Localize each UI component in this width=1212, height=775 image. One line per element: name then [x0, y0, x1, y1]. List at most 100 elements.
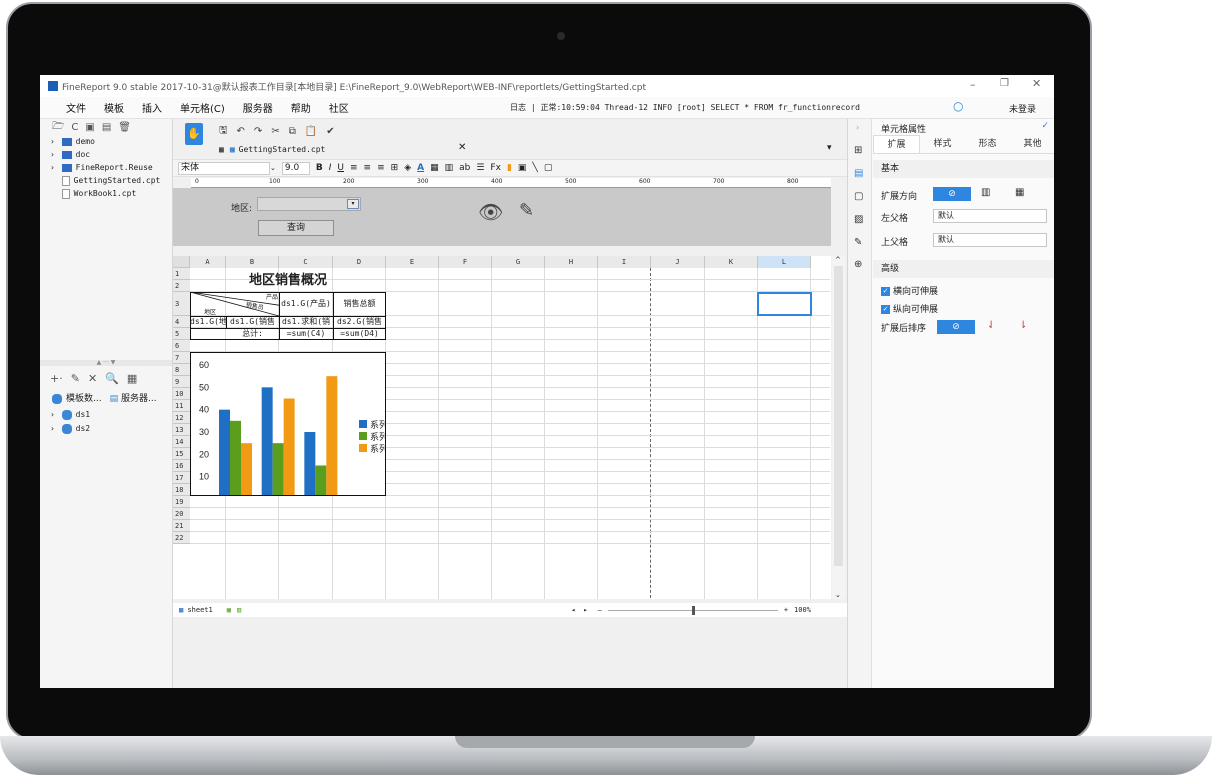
editor-tab[interactable]: ▦ ▩ GettingStarted.cpt: [219, 141, 419, 157]
column-header[interactable]: E: [386, 256, 439, 268]
border-icon[interactable]: ⊞: [391, 163, 399, 173]
zoom-thumb[interactable]: [691, 605, 695, 615]
menu-insert[interactable]: 插入: [142, 100, 162, 115]
align-left-icon[interactable]: ≡: [350, 163, 358, 173]
expand-attr-icon[interactable]: ▤: [854, 168, 863, 179]
cell-c5[interactable]: =sum(C4): [279, 328, 333, 340]
menu-file[interactable]: 文件: [66, 100, 86, 115]
copy-icon[interactable]: ⧉: [289, 126, 296, 137]
sheet-tab[interactable]: ▩ sheet1: [179, 606, 213, 614]
h-extend-checkbox[interactable]: ✓ 横向可伸展: [881, 284, 938, 297]
edit-icon[interactable]: ✎: [71, 372, 80, 385]
image-icon[interactable]: ▣: [518, 163, 527, 173]
collapse-icon[interactable]: ›: [856, 123, 859, 132]
search-icon[interactable]: ○: [953, 99, 963, 113]
row-header[interactable]: 11: [173, 400, 190, 412]
top-parent-select[interactable]: 默认: [933, 233, 1047, 247]
hide-icon[interactable]: 👁: [478, 200, 503, 224]
row-header[interactable]: 17: [173, 472, 190, 484]
widget-icon[interactable]: ▨: [854, 214, 863, 225]
cell-c3[interactable]: ds1.G(产品): [279, 292, 333, 316]
add-dataset-icon[interactable]: +·: [50, 372, 63, 385]
column-header[interactable]: F: [439, 256, 492, 268]
menu-server[interactable]: 服务器: [243, 100, 273, 115]
cell-b4[interactable]: ds1.G(销售: [226, 316, 279, 328]
minimize-icon[interactable]: –: [970, 78, 976, 91]
remove-icon[interactable]: ✕: [88, 372, 97, 385]
add-sheet-icon[interactable]: ▦: [227, 606, 231, 614]
column-header[interactable]: C: [279, 256, 333, 268]
save-icon[interactable]: 🖫: [219, 123, 228, 140]
login-button[interactable]: 未登录: [1009, 102, 1036, 115]
tab-template-dataset[interactable]: 模板数...: [50, 391, 102, 404]
edit-pencil-icon[interactable]: ✎: [519, 200, 534, 221]
add-form-icon[interactable]: ▥: [237, 606, 241, 614]
column-header[interactable]: B: [226, 256, 279, 268]
redo-icon[interactable]: ↷: [254, 126, 262, 137]
row-header[interactable]: 3: [173, 292, 190, 316]
row-header[interactable]: 6: [173, 340, 190, 352]
direction-none-button[interactable]: ⊘: [933, 187, 971, 201]
close-icon[interactable]: ✕: [1032, 77, 1041, 90]
paste-icon[interactable]: 📋: [305, 126, 317, 137]
tab-server-dataset[interactable]: ▤ 服务器...: [110, 391, 157, 404]
row-header[interactable]: 2: [173, 280, 190, 292]
row-header[interactable]: 9: [173, 376, 190, 388]
column-header[interactable]: D: [333, 256, 386, 268]
row-header[interactable]: 18: [173, 484, 190, 496]
section-advanced[interactable]: 高级: [873, 260, 1054, 278]
unmerge-icon[interactable]: ▥: [445, 163, 454, 173]
pencil-icon[interactable]: ✎: [854, 237, 862, 248]
lock-icon[interactable]: ▣: [85, 122, 94, 133]
menu-community[interactable]: 社区: [329, 100, 349, 115]
formula-icon[interactable]: Fx: [490, 163, 501, 173]
sort-asc-icon[interactable]: ⇃: [987, 320, 995, 331]
font-dropdown-icon[interactable]: ⌄: [270, 164, 276, 172]
row-header[interactable]: 22: [173, 532, 190, 544]
splitter[interactable]: ▲ ··· ▼: [40, 360, 172, 366]
column-header[interactable]: I: [598, 256, 651, 268]
tree-item-reuse[interactable]: › FineReport.Reuse: [50, 161, 172, 174]
tab-form[interactable]: 形态: [965, 135, 1010, 153]
underline-icon[interactable]: U: [337, 163, 344, 173]
tree-item-gettingstarted[interactable]: GettingStarted.cpt: [50, 174, 172, 187]
query-button[interactable]: 查询: [258, 220, 334, 236]
sort-none-button[interactable]: ⊘: [937, 320, 975, 334]
tab-expand[interactable]: 扩展: [873, 135, 920, 153]
font-size-select[interactable]: 9.0: [281, 161, 310, 175]
open-folder-icon[interactable]: 🗁: [52, 119, 64, 136]
unlock-icon[interactable]: ▤: [102, 122, 111, 133]
prev-icon[interactable]: ◂: [571, 606, 575, 614]
paste-icon[interactable]: ▦: [127, 372, 137, 385]
delete-icon[interactable]: 🗑: [118, 122, 131, 133]
row-header[interactable]: 16: [173, 460, 190, 472]
design-mode-button[interactable]: ✋: [185, 123, 203, 145]
hyperlink-icon[interactable]: ⊕: [854, 259, 862, 270]
cell-a4[interactable]: ds1.G(地区): [190, 316, 226, 328]
text-icon[interactable]: ab: [459, 163, 470, 173]
rich-text-icon[interactable]: ☰: [476, 163, 484, 173]
font-name-select[interactable]: 宋体: [178, 161, 270, 175]
column-header[interactable]: J: [651, 256, 705, 268]
row-header[interactable]: 7: [173, 352, 190, 364]
spreadsheet-grid[interactable]: A B C D E F G H I J K L 1 2 3 4 5 6 7 8 9 10 11 12 13 14 15 16 17 18 1…: [173, 256, 831, 599]
column-header[interactable]: L: [758, 256, 811, 268]
zoom-in-icon[interactable]: +: [784, 606, 788, 614]
row-header[interactable]: 13: [173, 424, 190, 436]
align-right-icon[interactable]: ≡: [377, 163, 385, 173]
direction-vertical-icon[interactable]: ▥: [981, 187, 990, 198]
menu-cell[interactable]: 单元格(C): [180, 100, 225, 115]
scroll-thumb[interactable]: [834, 266, 843, 566]
v-extend-checkbox[interactable]: ✓ 纵向可伸展: [881, 302, 938, 315]
dataset-item[interactable]: › ds2: [50, 422, 90, 436]
left-parent-select[interactable]: 默认: [933, 209, 1047, 223]
section-basic[interactable]: 基本: [873, 160, 1054, 178]
cut-icon[interactable]: ✂: [271, 126, 279, 137]
zoom-slider[interactable]: [607, 605, 778, 615]
element-icon[interactable]: ▢: [854, 191, 863, 202]
menu-help[interactable]: 帮助: [291, 100, 311, 115]
tree-item-workbook1[interactable]: WorkBook1.cpt: [50, 187, 172, 200]
row-header[interactable]: 10: [173, 388, 190, 400]
row-header[interactable]: 14: [173, 436, 190, 448]
cell-b5[interactable]: 总计:: [226, 328, 279, 340]
